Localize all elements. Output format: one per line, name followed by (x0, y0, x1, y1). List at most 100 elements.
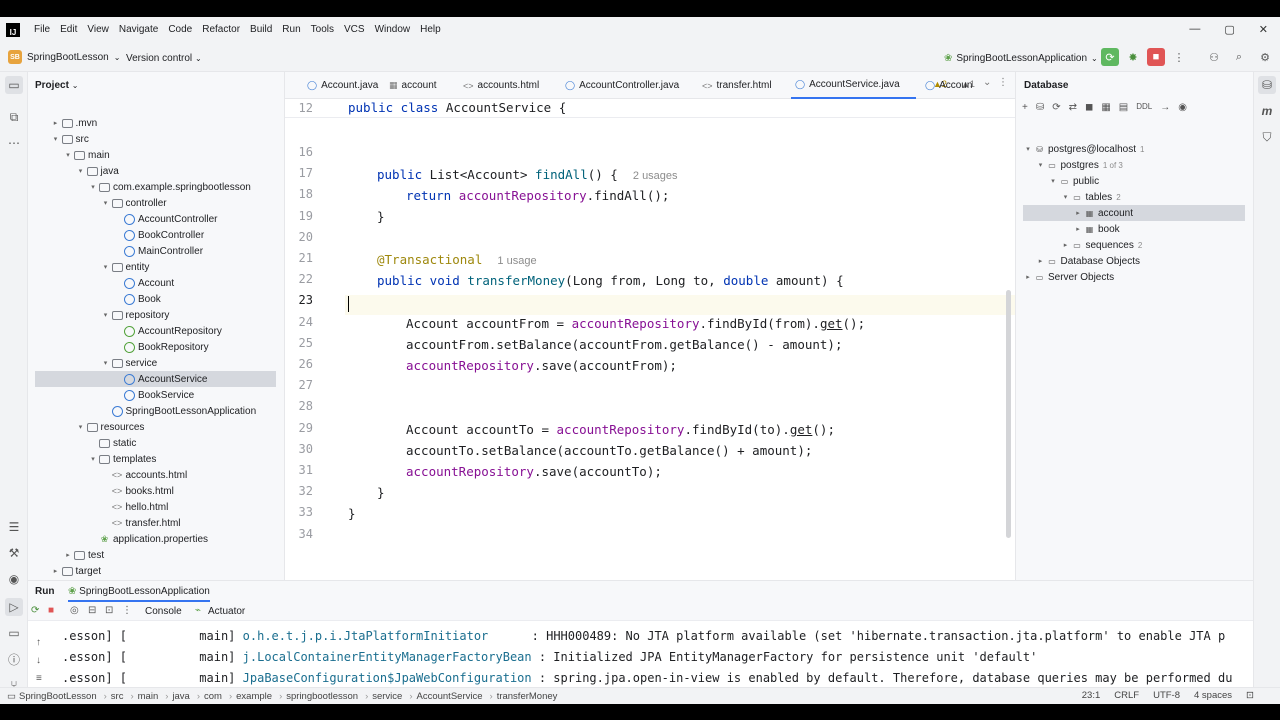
tree-item[interactable]: MainController (112, 243, 203, 259)
tree-item[interactable]: ▾ service (100, 355, 157, 371)
chevron-right-icon[interactable]: ▸ (62, 551, 74, 559)
tree-item[interactable]: ▾ resources (75, 419, 145, 435)
tree-item[interactable]: ▸ test (62, 547, 104, 563)
settings-icon[interactable]: ⊡ (105, 605, 113, 616)
chevron-right-icon[interactable]: ▸ (1072, 209, 1084, 217)
terminal-tool-icon[interactable]: ▭ (5, 624, 23, 642)
db-tree-item[interactable]: ▾ ▭ tables 2 (1060, 189, 1121, 205)
maximize-icon[interactable]: ▢ (1224, 23, 1234, 36)
editor-tab[interactable]: <> transfer.html (702, 72, 772, 99)
debug-button[interactable]: ✸ (1124, 48, 1142, 66)
indent-setting[interactable]: 4 spaces (1194, 690, 1232, 701)
tree-item[interactable]: static (87, 435, 136, 451)
chevron-down-icon[interactable]: ▾ (1047, 177, 1059, 185)
security-icon[interactable]: ⛉ (1258, 128, 1276, 146)
services-tool-icon[interactable]: ☰ (5, 518, 23, 536)
editor-scrollbar[interactable] (1006, 290, 1011, 538)
more-icon[interactable]: ⋮ (998, 77, 1008, 88)
editor-tab[interactable]: <> accounts.html (463, 72, 539, 99)
menu-run[interactable]: Run (282, 24, 300, 35)
chevron-down-icon[interactable]: ▾ (100, 311, 112, 319)
menu-help[interactable]: Help (420, 24, 441, 35)
ddl-button[interactable]: DDL (1136, 102, 1152, 113)
breadcrumb-item[interactable]: main (138, 691, 159, 702)
structure-tool-icon[interactable]: ⧉ (5, 108, 23, 126)
tree-item[interactable]: AccountController (112, 211, 217, 227)
db-tree-item[interactable]: ▾ ⛁ postgres@localhost 1 (1022, 141, 1144, 157)
chevron-down-icon[interactable]: ▾ (87, 455, 99, 463)
chevron-down-icon[interactable]: ▾ (50, 135, 62, 143)
menu-refactor[interactable]: Refactor (202, 24, 240, 35)
breadcrumb-item[interactable]: example (236, 691, 272, 702)
table-icon[interactable]: ▦ (1101, 102, 1110, 113)
chevron-down-icon[interactable]: ▾ (1060, 193, 1072, 201)
chevron-right-icon[interactable]: ▸ (1060, 241, 1072, 249)
editor-tab[interactable]: ◯ Accoun (925, 72, 972, 99)
more-icon[interactable]: ⋮ (1170, 48, 1188, 66)
restore-icon[interactable]: ⊟ (88, 605, 96, 616)
tree-item[interactable]: ▾ com.example.springbootlesson (87, 179, 251, 195)
tree-item[interactable]: <> books.html (100, 483, 174, 499)
jump-icon[interactable]: → (1160, 102, 1170, 113)
project-widget[interactable]: SB SpringBootLesson ⌄ (8, 50, 120, 64)
caret-position[interactable]: 23:1 (1082, 690, 1101, 701)
menu-tools[interactable]: Tools (311, 24, 334, 35)
chevron-down-icon[interactable]: ▾ (1022, 145, 1034, 153)
editor-tab[interactable]: ◯ AccountController.java (565, 72, 679, 99)
tree-item[interactable]: ▾ src (50, 131, 89, 147)
database-tool-icon[interactable]: ⛁ (1258, 76, 1276, 94)
rerun-button[interactable]: ⟳ (1101, 48, 1119, 66)
datasource-icon[interactable]: ⛁ (1036, 102, 1044, 113)
db-tree-item[interactable]: ▾ ▭ public (1047, 173, 1099, 189)
lock-icon[interactable]: ⊡ (1246, 690, 1254, 701)
tree-item[interactable]: ▾ entity (100, 259, 150, 275)
chevron-down-icon[interactable]: ▾ (1035, 161, 1047, 169)
menu-edit[interactable]: Edit (60, 24, 77, 35)
chevron-down-icon[interactable]: ▾ (62, 151, 74, 159)
project-panel-title[interactable]: Project ⌄ (35, 80, 78, 91)
breadcrumb-item[interactable]: transferMoney (497, 691, 558, 702)
tree-item[interactable]: BookController (112, 227, 204, 243)
tree-item[interactable]: AccountService (35, 371, 276, 387)
menu-file[interactable]: File (34, 24, 50, 35)
db-tree-item[interactable]: ▸ ▦ book (1072, 221, 1119, 237)
soft-wrap-icon[interactable]: ≡ (36, 673, 42, 684)
log-logger[interactable]: o.h.e.t.j.p.i.JtaPlatformInitiator (243, 629, 525, 643)
scroll-up-icon[interactable]: ↑ (36, 637, 41, 648)
build-tool-icon[interactable]: ⚒ (5, 544, 23, 562)
tab-actuator[interactable]: Actuator (208, 606, 245, 617)
chevron-down-icon[interactable]: ▾ (100, 359, 112, 367)
ai-assistant-icon[interactable]: m (1258, 102, 1276, 120)
tab-overflow-icon[interactable]: ⌄ (983, 77, 991, 88)
search-icon[interactable]: ⌕ (1230, 48, 1248, 66)
stop-icon[interactable]: ■ (48, 605, 54, 616)
gear-icon[interactable]: ⚙ (1256, 48, 1274, 66)
console-icon[interactable]: ▤ (1119, 102, 1128, 113)
log-logger[interactable]: j.LocalContainerEntityManagerFactoryBean (243, 650, 532, 664)
version-control-widget[interactable]: Version control ⌄ (126, 53, 202, 64)
editor-tab[interactable]: ◯ AccountService.java (791, 72, 916, 99)
view-icon[interactable]: ◉ (1178, 102, 1187, 113)
tree-item[interactable]: <> hello.html (100, 499, 169, 515)
breadcrumb-item[interactable]: java (172, 691, 189, 702)
tree-item[interactable]: BookService (112, 387, 194, 403)
refresh-icon[interactable]: ⟳ (1052, 102, 1060, 113)
chevron-right-icon[interactable]: ▸ (50, 119, 62, 127)
breadcrumb-item[interactable]: com (204, 691, 222, 702)
run-config-selector[interactable]: ❀ SpringBootLessonApplication ⌄ (944, 53, 1098, 64)
close-icon[interactable]: ✕ (1259, 23, 1268, 36)
chevron-right-icon[interactable]: ▸ (1035, 257, 1047, 265)
menu-window[interactable]: Window (375, 24, 411, 35)
problems-tool-icon[interactable]: ⓘ (5, 650, 23, 668)
usages-hint[interactable]: 1 usage (497, 255, 536, 267)
tree-item[interactable]: Account (112, 275, 174, 291)
editor-tab[interactable]: ◯ Account.java (307, 72, 378, 99)
run-tab-label[interactable]: Run (35, 586, 54, 597)
tree-item[interactable]: BookRepository (112, 339, 209, 355)
tree-item[interactable]: ❀ application.properties (87, 531, 208, 547)
tree-item[interactable]: Book (112, 291, 161, 307)
more-icon[interactable]: ⋮ (122, 605, 132, 616)
db-tree-item[interactable]: ▸ ▭ Database Objects (1035, 253, 1140, 269)
add-icon[interactable]: + (1022, 102, 1028, 113)
project-tool-icon[interactable]: ▭ (5, 76, 23, 94)
